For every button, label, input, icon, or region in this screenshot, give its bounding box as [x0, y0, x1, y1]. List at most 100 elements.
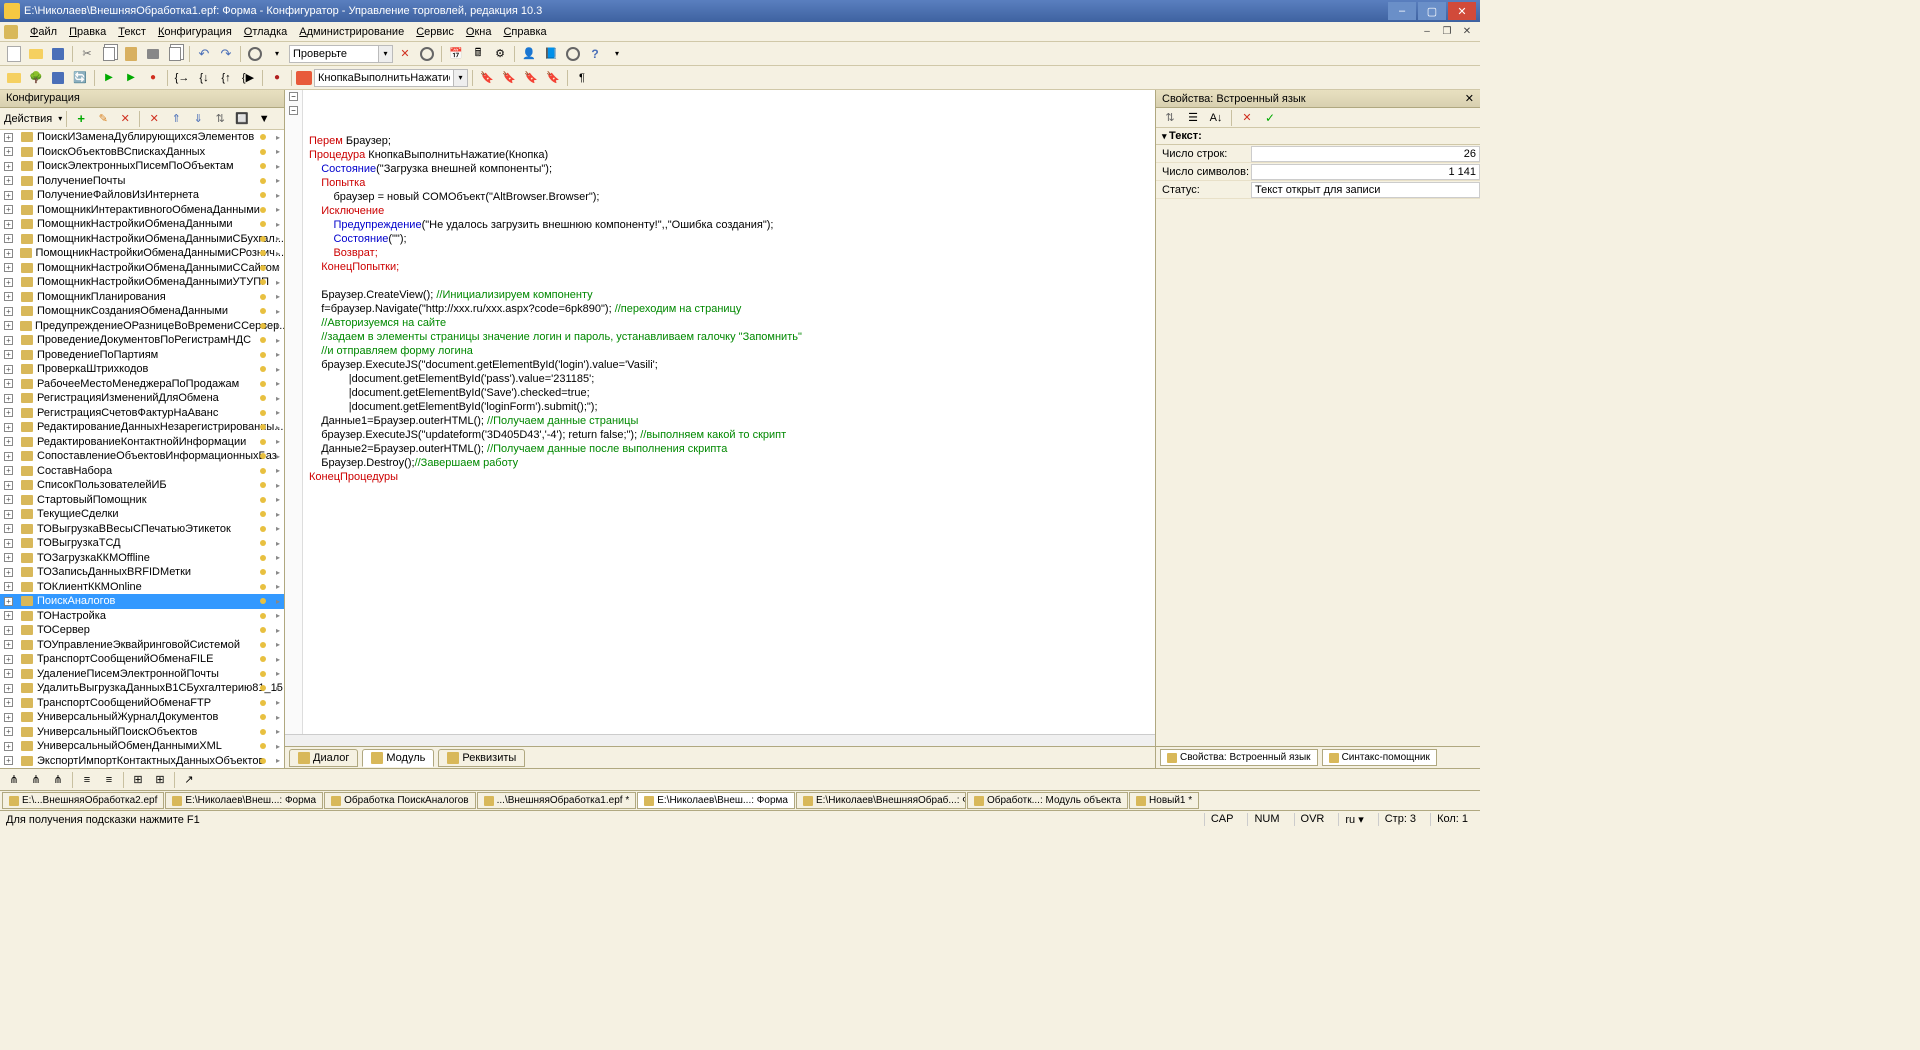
expand-icon[interactable]: +: [4, 568, 13, 577]
tree-item[interactable]: +ПомощникНастройкиОбменаДаннымиССайтом▸: [0, 261, 284, 276]
proc-list-button[interactable]: [296, 71, 312, 85]
file-tab[interactable]: Е:\Николаев\Внеш...: Форма: [637, 792, 795, 809]
move-up-button[interactable]: [166, 109, 186, 129]
prop-clear-button[interactable]: [1237, 108, 1257, 128]
expand-icon[interactable]: +: [4, 481, 13, 490]
redo-button[interactable]: [216, 44, 236, 64]
fold-button[interactable]: −: [289, 106, 298, 115]
procedure-dropdown[interactable]: ▾: [454, 69, 468, 87]
expand-icon[interactable]: +: [4, 495, 13, 504]
expand-icon[interactable]: +: [4, 292, 13, 301]
tree-item[interactable]: +ПомощникПланирования▸: [0, 290, 284, 305]
compare-button[interactable]: [165, 44, 185, 64]
file-tab[interactable]: Е:\Николаев\ВнешняяОбраб...: Форма: [796, 792, 966, 809]
edit-item-button[interactable]: [93, 109, 113, 129]
expand-icon[interactable]: +: [4, 466, 13, 475]
save-button[interactable]: [48, 44, 68, 64]
prop-section-text[interactable]: Текст:: [1156, 128, 1480, 145]
expand-icon[interactable]: +: [4, 510, 13, 519]
prop-value[interactable]: Текст открыт для записи: [1251, 182, 1480, 198]
paste-button[interactable]: [121, 44, 141, 64]
tree-item[interactable]: +ПомощникИнтерактивногоОбменаДанными▸: [0, 203, 284, 218]
bookmark-clear-button[interactable]: 🔖: [543, 68, 563, 88]
bookmark-prev-button[interactable]: 🔖: [521, 68, 541, 88]
tree-item[interactable]: +РедактированиеКонтактнойИнформации▸: [0, 435, 284, 450]
tree-item[interactable]: +ПредупреждениеОРазницеВоВремениССервер.…: [0, 319, 284, 334]
tree-item[interactable]: +СопоставлениеОбъектовИнформационныхБаз▸: [0, 449, 284, 464]
tree-item[interactable]: +ТОУправлениеЭквайринговойСистемой▸: [0, 638, 284, 653]
file-tab[interactable]: Обработк...: Модуль объекта: [967, 792, 1128, 809]
add-item-button[interactable]: [71, 109, 91, 129]
breakpoint-button[interactable]: [267, 68, 287, 88]
sort-button[interactable]: [210, 109, 230, 129]
tree-item[interactable]: +ПоискАналогов▸: [0, 594, 284, 609]
expand-icon[interactable]: +: [4, 437, 13, 446]
search-next-button[interactable]: [417, 44, 437, 64]
tree-item[interactable]: +РегистрацияСчетовФактурНаАванс▸: [0, 406, 284, 421]
editor-tab-Диалог[interactable]: Диалог: [289, 749, 358, 767]
remove-button[interactable]: [144, 109, 164, 129]
mdi-minimize-button[interactable]: –: [1418, 25, 1436, 39]
expand-icon[interactable]: +: [4, 220, 13, 229]
users-button[interactable]: 👤: [519, 44, 539, 64]
copy-button[interactable]: [99, 44, 119, 64]
actions-dropdown[interactable]: ▾: [58, 114, 62, 123]
expand-icon[interactable]: +: [4, 249, 13, 258]
expand-icon[interactable]: +: [4, 365, 13, 374]
tree-item[interactable]: +ПоискЭлектронныхПисемПоОбъектам▸: [0, 159, 284, 174]
expand-icon[interactable]: +: [4, 727, 13, 736]
expand-icon[interactable]: +: [4, 133, 13, 142]
editor-tab-Модуль[interactable]: Модуль: [362, 749, 434, 767]
config-button[interactable]: [4, 68, 24, 88]
expand-icon[interactable]: +: [4, 278, 13, 287]
move-down-button[interactable]: [188, 109, 208, 129]
tree-item[interactable]: +ТранспортСообщенийОбменаFILE▸: [0, 652, 284, 667]
close-button[interactable]: ✕: [1448, 2, 1476, 20]
tree-item[interactable]: +УдалениеПисемЭлектроннойПочты▸: [0, 667, 284, 682]
tree-item[interactable]: +ТОВыгрузкаТСД▸: [0, 536, 284, 551]
expand-icon[interactable]: +: [4, 669, 13, 678]
tree-item[interactable]: +ПоискОбъектовВСпискахДанных▸: [0, 145, 284, 160]
editor-tab-Реквизиты[interactable]: Реквизиты: [438, 749, 525, 767]
debug-start-button[interactable]: [99, 68, 119, 88]
expand-icon[interactable]: +: [4, 191, 13, 200]
tree-item[interactable]: +СтартовыйПомощник▸: [0, 493, 284, 508]
expand-icon[interactable]: +: [4, 452, 13, 461]
file-tab[interactable]: Обработка ПоискАналогов: [324, 792, 476, 809]
dbg-btn7[interactable]: ⊞: [150, 770, 170, 790]
prop-value[interactable]: 26: [1251, 146, 1480, 162]
tree-item[interactable]: +УдалитьВыгрузкаДанныхВ1СБухгалтерию81_1…: [0, 681, 284, 696]
tree-item[interactable]: +ТОЗагрузкаККМOffline▸: [0, 551, 284, 566]
tree-item[interactable]: +ПоискИЗаменаДублирующихсяЭлементов▸: [0, 130, 284, 145]
menu-Текст[interactable]: Текст: [112, 24, 152, 40]
step-over-button[interactable]: {→: [172, 68, 192, 88]
find-dropdown-button[interactable]: ▾: [267, 44, 287, 64]
calendar-button[interactable]: 📅: [446, 44, 466, 64]
format-button[interactable]: ¶: [572, 68, 592, 88]
tree-item[interactable]: +ПомощникСозданияОбменаДанными▸: [0, 304, 284, 319]
dbg-btn4[interactable]: ≡: [77, 770, 97, 790]
tree-item[interactable]: +УниверсальныйЖурналДокументов▸: [0, 710, 284, 725]
menu-Отладка[interactable]: Отладка: [238, 24, 294, 40]
delete-item-button[interactable]: [115, 109, 135, 129]
help-dropdown[interactable]: ▾: [607, 44, 627, 64]
maximize-button[interactable]: ▢: [1418, 2, 1446, 20]
tree-item[interactable]: +СписокПользователейИБ▸: [0, 478, 284, 493]
editor-scrollbar[interactable]: [285, 734, 1155, 746]
dbg-btn2[interactable]: ⋔: [26, 770, 46, 790]
expand-icon[interactable]: +: [4, 307, 13, 316]
tree-item[interactable]: +ТекущиеСделки▸: [0, 507, 284, 522]
tree-item[interactable]: +ПомощникНастройкиОбменаДаннымиСБухгал..…: [0, 232, 284, 247]
dbg-btn5[interactable]: ≡: [99, 770, 119, 790]
tree-item[interactable]: +УниверсальныйПоискОбъектов▸: [0, 725, 284, 740]
prop-apply-button[interactable]: [1260, 108, 1280, 128]
menu-Файл[interactable]: Файл: [24, 24, 63, 40]
expand-icon[interactable]: +: [4, 524, 13, 533]
tree-item[interactable]: +ПроведениеДокументовПоРегистрамНДС▸: [0, 333, 284, 348]
expand-icon[interactable]: +: [4, 379, 13, 388]
expand-icon[interactable]: +: [4, 655, 13, 664]
prop-value[interactable]: 1 141: [1251, 164, 1480, 180]
expand-icon[interactable]: +: [4, 756, 13, 765]
expand-icon[interactable]: +: [4, 205, 13, 214]
expand-icon[interactable]: +: [4, 321, 13, 330]
